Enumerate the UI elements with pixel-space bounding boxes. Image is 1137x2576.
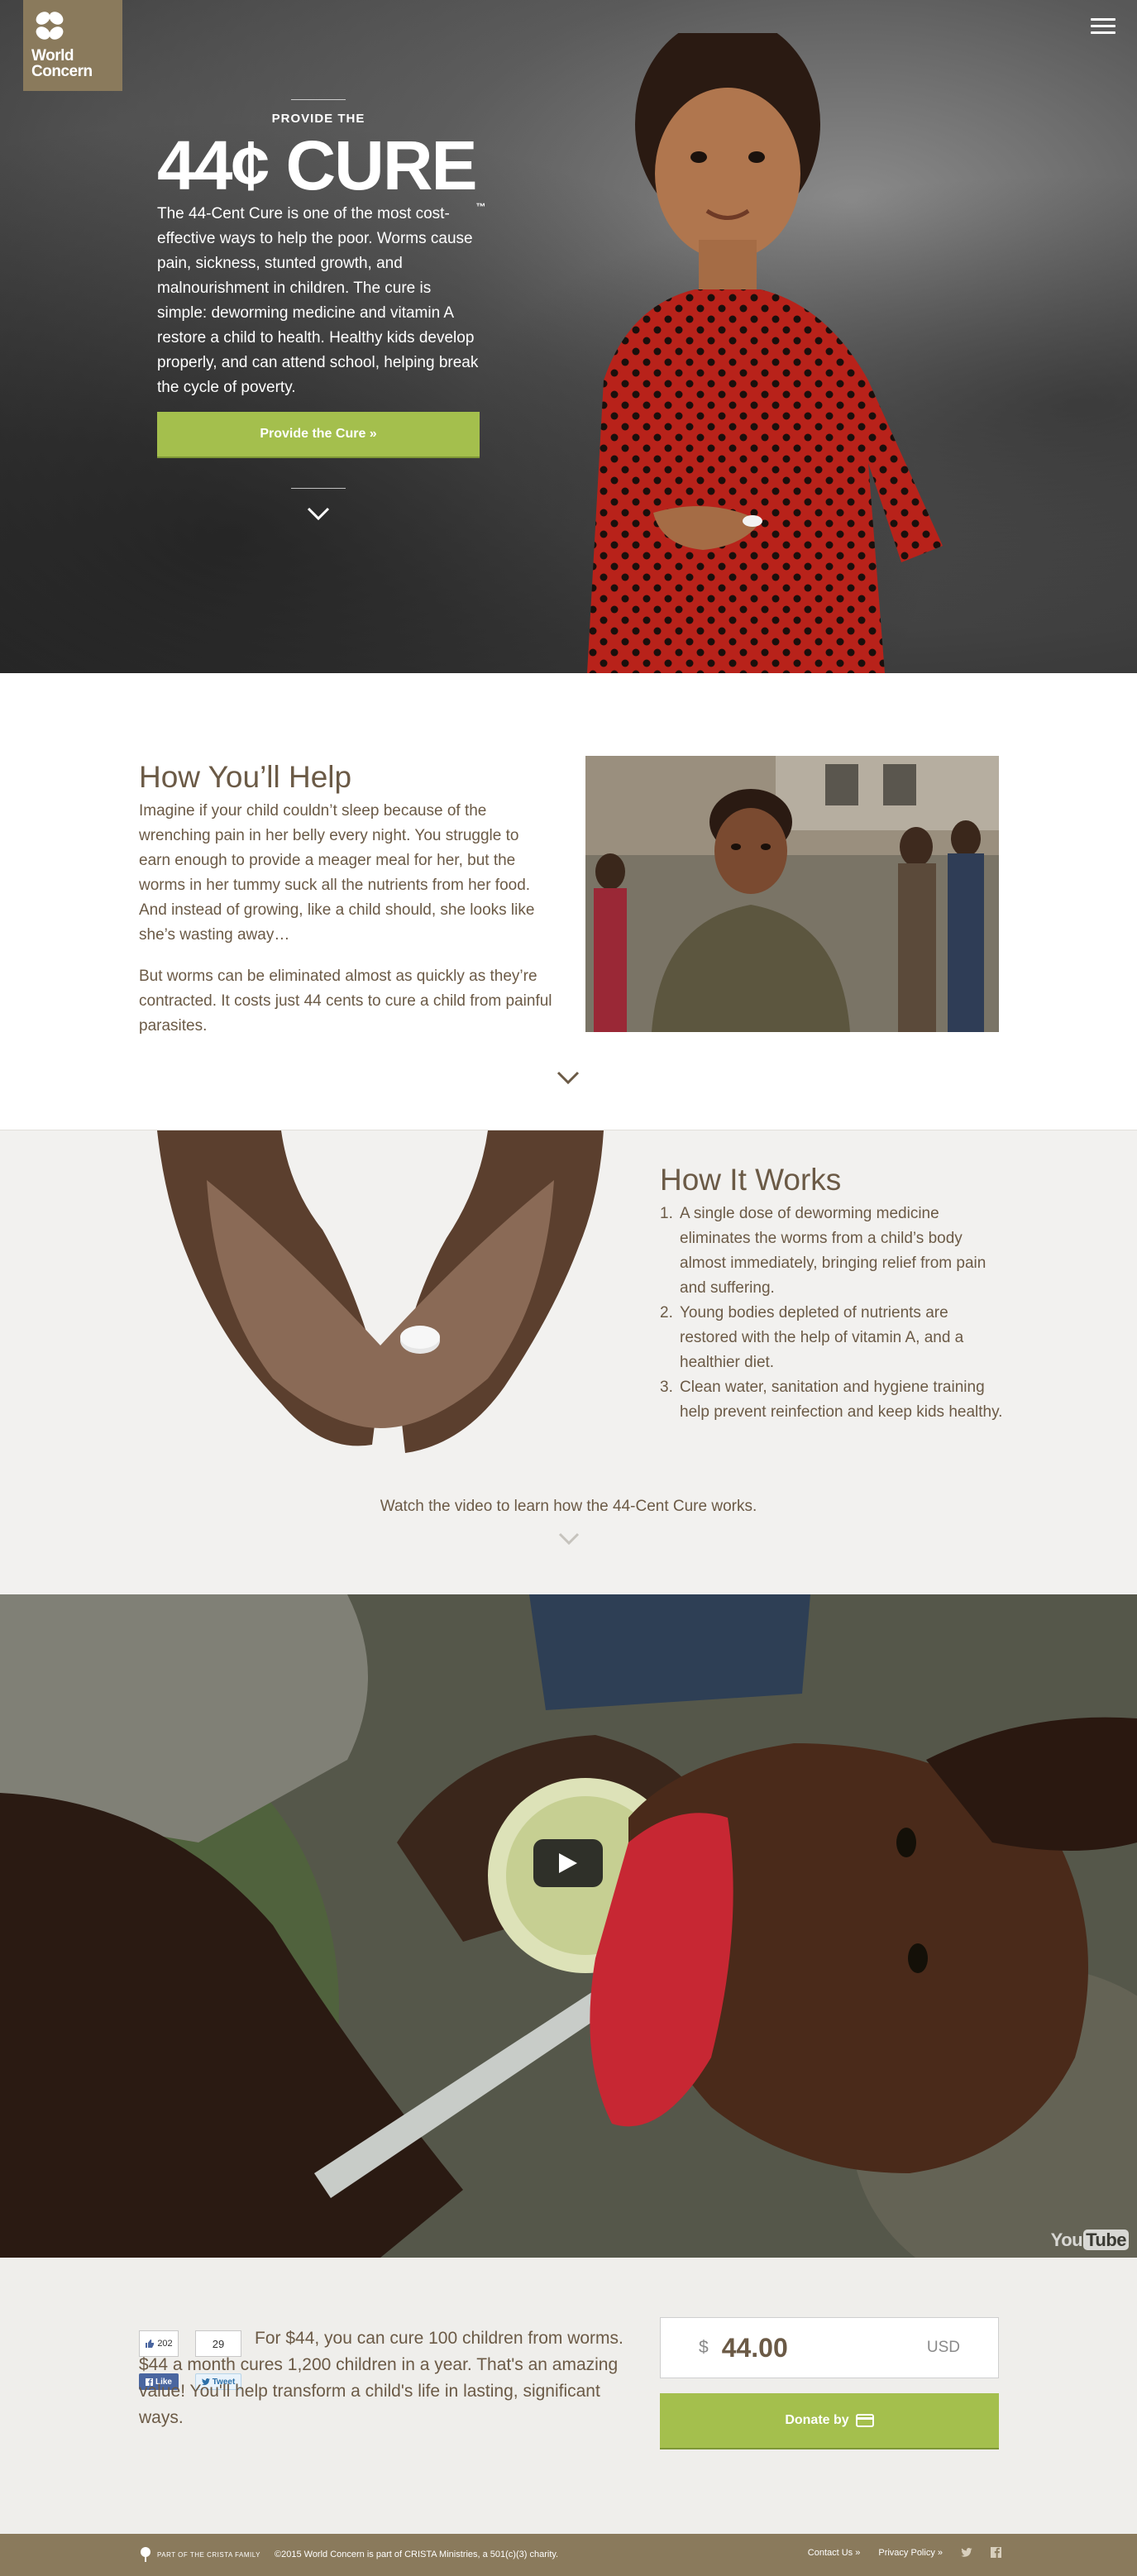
help-copy: How You’ll Help Imagine if your child co… — [139, 759, 552, 1055]
play-button[interactable] — [533, 1839, 603, 1887]
hero-kicker: PROVIDE THE — [271, 112, 365, 126]
help-paragraph-2: But worms can be eliminated almost as qu… — [139, 968, 552, 1035]
how-it-works-copy: How It Works A single dose of deworming … — [660, 1162, 1007, 1425]
crista-text: PART OF THE CRISTA FAMILY — [157, 2550, 260, 2559]
hero-divider-top — [291, 99, 346, 100]
how-it-works-heading: How It Works — [660, 1163, 842, 1197]
hero-girl-photo — [587, 33, 943, 673]
video-thumbnail — [0, 1594, 1137, 2258]
how-youll-help-section: How You’ll Help Imagine if your child co… — [0, 673, 1137, 1130]
currency-symbol: $ — [699, 2338, 709, 2357]
footer-links: Contact Us » Privacy Policy » — [808, 2547, 1001, 2558]
crista-tree-icon — [141, 2547, 150, 2562]
credit-card-icon — [855, 2414, 874, 2427]
donation-amount-field[interactable]: $ USD — [660, 2317, 999, 2378]
chevron-down-icon[interactable] — [305, 504, 332, 523]
step-item: Clean water, sanitation and hygiene trai… — [660, 1375, 1003, 1421]
hero-divider-bottom — [291, 488, 346, 489]
privacy-policy-link[interactable]: Privacy Policy » — [878, 2548, 943, 2558]
steps-list: A single dose of deworming medicine elim… — [660, 1202, 1007, 1425]
help-heading: How You’ll Help — [139, 760, 352, 794]
donate-button-label: Donate by — [785, 2413, 849, 2427]
donate-button[interactable]: Donate by — [660, 2393, 999, 2448]
youtube-watermark[interactable]: You Tube — [1051, 2230, 1129, 2251]
chevron-down-icon[interactable] — [557, 1531, 580, 1547]
step-item: Young bodies depleted of nutrients are r… — [660, 1301, 964, 1371]
copyright-text: ©2015 World Concern is part of CRISTA Mi… — [275, 2550, 559, 2559]
play-icon — [559, 1853, 577, 1873]
help-paragraph-1: Imagine if your child couldn’t sleep bec… — [139, 802, 535, 944]
trademark-symbol: ™ — [475, 201, 486, 213]
world-concern-logo[interactable]: World Concern — [23, 0, 122, 91]
logo-text-line1: World — [31, 47, 74, 65]
youtube-you: You — [1050, 2230, 1083, 2250]
hero-title: 44¢ CURE™ — [157, 131, 486, 213]
hero-copy: PROVIDE THE 44¢ CURE™ The 44-Cent Cure i… — [157, 99, 486, 523]
youtube-tube: Tube — [1083, 2230, 1129, 2250]
hero-section: World Concern PROVIDE THE 44¢ CURE™ The … — [0, 0, 1137, 673]
menu-icon[interactable] — [1091, 18, 1116, 36]
video-note: Watch the video to learn how the 44-Cent… — [380, 1498, 757, 1515]
video-player[interactable]: You Tube — [0, 1594, 1137, 2258]
logo-flower-icon — [36, 12, 64, 40]
twitter-icon[interactable] — [961, 2547, 972, 2558]
currency-code: USD — [926, 2339, 960, 2356]
hero-title-text: 44¢ CURE — [157, 127, 478, 204]
footer: PART OF THE CRISTA FAMILY ©2015 World Co… — [0, 2534, 1137, 2576]
donate-description: For $44, you can cure 100 children from … — [139, 2329, 623, 2427]
donation-amount-input[interactable] — [721, 2332, 887, 2363]
logo-text-line2: Concern — [31, 63, 93, 80]
donate-section: 202 29 Like Tweet For $44, you can cure … — [0, 2258, 1137, 2534]
how-it-works-section: How It Works A single dose of deworming … — [0, 1130, 1137, 1594]
hero-description: The 44-Cent Cure is one of the most cost… — [157, 205, 479, 396]
crista-family-logo[interactable]: PART OF THE CRISTA FAMILY — [139, 2547, 260, 2562]
hands-with-pill-photo — [157, 1130, 604, 1453]
provide-the-cure-button[interactable]: Provide the Cure » — [157, 412, 480, 456]
step-item: A single dose of deworming medicine elim… — [660, 1202, 987, 1297]
contact-us-link[interactable]: Contact Us » — [808, 2548, 861, 2558]
boy-photo — [585, 756, 999, 1032]
chevron-down-icon[interactable] — [556, 1068, 580, 1087]
facebook-icon[interactable] — [991, 2547, 1001, 2558]
